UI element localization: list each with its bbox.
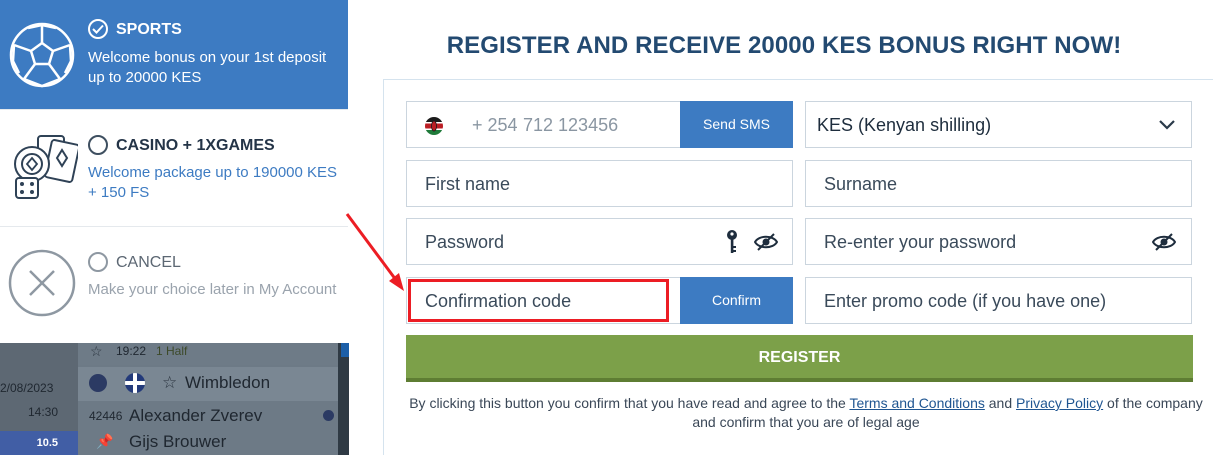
confirm-button[interactable]: Confirm	[680, 277, 793, 324]
background-player-2: Gijs Brouwer	[129, 432, 227, 451]
send-sms-button[interactable]: Send SMS	[680, 101, 793, 148]
background-match-id: 42446	[89, 409, 123, 423]
football-icon	[9, 22, 75, 88]
phone-placeholder: 712 123456	[523, 115, 619, 135]
background-sportsbook-content: ☆ 19:22 1 Half 2/08/2023 ☆ Wimbledon 14:…	[0, 343, 349, 455]
background-event-name: Wimbledon	[185, 373, 271, 392]
sports-title: SPORTS	[116, 21, 182, 38]
background-odds: 10.5	[0, 431, 78, 455]
background-clock: 14:30	[28, 405, 59, 419]
background-match-time: 19:22	[116, 344, 147, 358]
uk-flag-icon	[125, 373, 145, 393]
annotation-highlight-box	[408, 279, 669, 322]
privacy-policy-link[interactable]: Privacy Policy	[1016, 395, 1103, 411]
background-badge	[341, 343, 349, 357]
tennis-ball-icon	[89, 374, 107, 392]
casino-description: Welcome package up to 190000 KES + 150 F…	[88, 164, 338, 201]
phone-prefix: + 254	[472, 115, 518, 135]
serve-indicator-icon	[323, 410, 334, 421]
reenter-password-placeholder: Re-enter your password	[824, 232, 1017, 252]
cancel-title: CANCEL	[116, 254, 181, 271]
first-name-input[interactable]: First name	[406, 160, 793, 207]
page-title: REGISTER AND RECEIVE 20000 KES BONUS RIG…	[446, 32, 1122, 59]
reenter-password-input[interactable]: Re-enter your password	[805, 218, 1192, 265]
background-date: 2/08/2023	[0, 381, 54, 395]
currency-value: KES (Kenyan shilling)	[817, 115, 992, 135]
surname-placeholder: Surname	[824, 174, 898, 194]
password-placeholder: Password	[425, 232, 505, 252]
register-button[interactable]: REGISTER	[406, 335, 1193, 382]
casino-radio[interactable]	[88, 135, 108, 155]
kenya-flag-icon	[425, 117, 443, 135]
bonus-option-casino[interactable]: CASINO + 1XGAMES Welcome package up to 1…	[0, 110, 348, 227]
hide-password-eye-icon-2[interactable]	[1152, 232, 1176, 252]
background-match-half: 1 Half	[156, 344, 188, 358]
terms-link[interactable]: Terms and Conditions	[849, 395, 984, 411]
sports-description: Welcome bonus on your 1st deposit up to …	[88, 49, 327, 86]
password-input[interactable]: Password	[406, 218, 793, 265]
terms-notice: By clicking this button you confirm that…	[406, 394, 1206, 432]
terms-text-pre: By clicking this button you confirm that…	[409, 395, 846, 411]
casino-title: CASINO + 1XGAMES	[116, 137, 275, 154]
phone-field[interactable]: + 254 712 123456	[406, 101, 681, 148]
first-name-placeholder: First name	[425, 174, 511, 194]
cancel-description: Make your choice later in My Account	[88, 281, 337, 298]
favorite-star-icon: ☆	[90, 343, 103, 359]
favorite-star-icon-2: ☆	[162, 373, 178, 392]
chevron-down-icon	[1159, 120, 1175, 130]
registration-panel: REGISTER AND RECEIVE 20000 KES BONUS RIG…	[349, 0, 1216, 455]
casino-cards-dice-icon	[14, 135, 78, 199]
terms-text-and: and	[988, 395, 1013, 411]
promo-code-input[interactable]: Enter promo code (if you have one)	[805, 277, 1192, 324]
key-icon[interactable]	[725, 229, 739, 255]
surname-input[interactable]: Surname	[805, 160, 1192, 207]
cancel-x-icon	[8, 249, 76, 317]
pin-icon: 📌	[96, 433, 114, 449]
checkmark-icon	[92, 24, 104, 34]
hide-password-eye-icon[interactable]	[754, 232, 778, 252]
bonus-option-cancel[interactable]: CANCEL Make your choice later in My Acco…	[0, 227, 348, 343]
bonus-choice-panel: SPORTS Welcome bonus on your 1st deposit…	[0, 0, 349, 455]
promo-code-placeholder: Enter promo code (if you have one)	[824, 291, 1107, 311]
background-player-1: Alexander Zverev	[129, 406, 263, 425]
background-edge	[338, 343, 349, 455]
bonus-option-sports[interactable]: SPORTS Welcome bonus on your 1st deposit…	[0, 0, 348, 110]
sports-radio-checked[interactable]	[88, 19, 108, 39]
currency-select[interactable]: KES (Kenyan shilling)	[805, 101, 1192, 148]
cancel-radio[interactable]	[88, 252, 108, 272]
